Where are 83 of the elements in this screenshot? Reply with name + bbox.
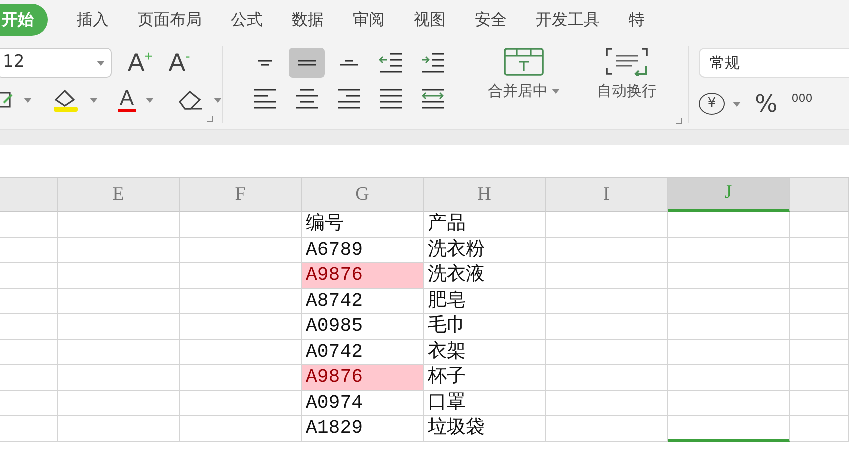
- ribbon-tab[interactable]: 审阅: [353, 4, 385, 36]
- align-middle-icon: [296, 60, 317, 66]
- align-right-icon: [336, 89, 361, 109]
- ribbon-tab[interactable]: 数据: [292, 4, 324, 36]
- table-cell: [790, 340, 849, 365]
- table-cell: [790, 288, 849, 314]
- caret-icon: [97, 60, 105, 66]
- dialog-launcher-icon[interactable]: [207, 116, 214, 123]
- table-cell: 洗衣粉: [424, 238, 546, 263]
- grow-font-button[interactable]: A$^{+}$: [128, 50, 153, 76]
- table-cell: A8742: [302, 288, 424, 314]
- column-header[interactable]: I: [546, 178, 668, 212]
- table-cell: [790, 263, 849, 288]
- table-cell: 杯子: [424, 365, 546, 390]
- merge-center-button[interactable]: 合并居中: [488, 80, 560, 102]
- merge-cells-icon[interactable]: [504, 48, 544, 76]
- font-color-button[interactable]: A: [118, 88, 136, 112]
- table-cell: 产品: [424, 212, 546, 238]
- table-cell: [0, 416, 58, 442]
- thousands-separator-button[interactable]: 000: [792, 91, 813, 117]
- table-cell: [790, 212, 849, 238]
- table-cell: A1829: [302, 416, 424, 442]
- align-top-icon: [256, 60, 273, 66]
- ribbon-tab[interactable]: 特: [629, 4, 645, 36]
- table-cell: [0, 288, 58, 314]
- column-header[interactable]: F: [180, 178, 302, 212]
- table-cell: A9876: [302, 365, 424, 390]
- table-cell: [0, 238, 58, 263]
- table-cell: 洗衣液: [424, 263, 546, 288]
- caret-icon[interactable]: [90, 98, 98, 102]
- table-cell: 垃圾袋: [424, 416, 546, 442]
- ribbon-tab[interactable]: 视图: [414, 4, 446, 36]
- fill-color-icon[interactable]: [52, 88, 80, 112]
- caret-icon: [552, 88, 560, 94]
- caret-icon[interactable]: [214, 98, 222, 102]
- align-justify-icon: [378, 89, 403, 109]
- align-bottom-icon: [338, 60, 359, 66]
- column-header[interactable]: H: [424, 178, 546, 212]
- align-outdent-icon: [378, 53, 403, 73]
- align-middle-button[interactable]: [288, 48, 325, 78]
- align-indent-icon: [420, 53, 445, 73]
- align-distributed-icon: [420, 89, 445, 109]
- table-cell: [0, 314, 58, 340]
- border-icon[interactable]: [0, 91, 14, 109]
- caret-icon[interactable]: [732, 102, 741, 106]
- caret-icon[interactable]: [146, 98, 154, 102]
- ribbon-tab[interactable]: 安全: [475, 4, 507, 36]
- column-header[interactable]: G: [302, 178, 424, 212]
- table-cell: [790, 416, 849, 442]
- table-cell: A0985: [302, 314, 424, 340]
- table-cell: 衣架: [424, 340, 546, 365]
- table-cell: [0, 390, 58, 416]
- table-cell: [0, 365, 58, 390]
- table-cell: 口罩: [424, 390, 546, 416]
- table-cell: [0, 340, 58, 365]
- font-size-field[interactable]: 12: [0, 48, 112, 78]
- table-cell: [0, 212, 58, 238]
- table-cell: [790, 390, 849, 416]
- table-cell: [0, 263, 58, 288]
- dialog-launcher-icon[interactable]: [676, 118, 684, 125]
- table-cell: 编号: [302, 212, 424, 238]
- caret-icon[interactable]: [24, 98, 32, 102]
- number-format-field[interactable]: 常规: [698, 48, 849, 78]
- eraser-icon[interactable]: [178, 90, 204, 110]
- align-left-icon: [252, 89, 277, 109]
- table-cell: [790, 365, 849, 390]
- align-center-icon: [294, 89, 319, 109]
- ribbon-tab[interactable]: 插入: [77, 4, 109, 36]
- table-cell: A0974: [302, 390, 424, 416]
- table-cell: [790, 314, 849, 340]
- wrap-text-icon[interactable]: [606, 48, 648, 76]
- ribbon-tab[interactable]: 页面布局: [138, 4, 202, 36]
- table-cell: [790, 238, 849, 263]
- table-cell: A9876: [302, 263, 424, 288]
- currency-button[interactable]: ¥: [698, 93, 725, 115]
- shrink-font-button[interactable]: A$^{-}$: [168, 50, 190, 76]
- ribbon-tab[interactable]: 公式: [231, 4, 263, 36]
- percent-button[interactable]: %: [754, 86, 778, 122]
- ribbon-tab[interactable]: 开发工具: [536, 4, 600, 36]
- column-header[interactable]: E: [58, 178, 180, 212]
- wrap-text-button[interactable]: 自动换行: [596, 80, 657, 102]
- table-cell: 肥皂: [424, 288, 546, 314]
- table-cell: 毛巾: [424, 314, 546, 340]
